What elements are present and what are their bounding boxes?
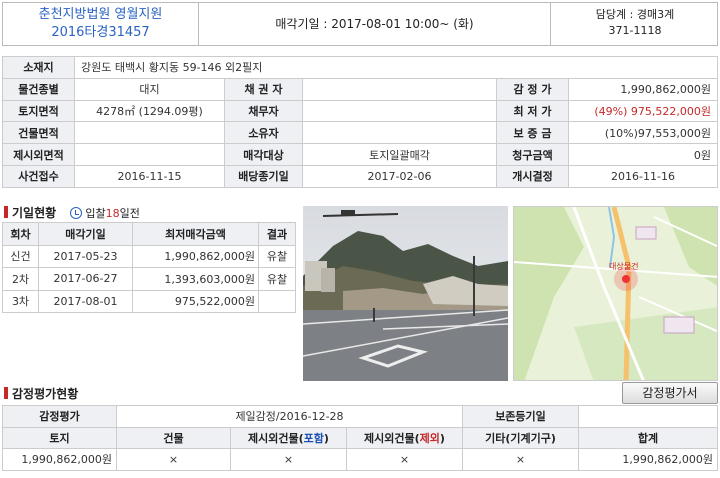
land-header: 토지 [2,426,117,449]
preservation-value [578,405,718,428]
min-price-label: 최 저 가 [496,99,569,123]
table-row: 1,990,862,000원 × × × × 1,990,862,000원 [2,448,718,471]
deposit-value: (10%)97,553,000원 [568,121,718,145]
amount-cell: 1,393,603,000원 [132,267,259,291]
address-label: 소재지 [2,56,75,79]
etc-value: × [462,448,579,471]
date-cell: 2017-05-23 [38,244,133,268]
receipt-value: 2016-11-15 [74,164,225,188]
sale-date: 매각기일 : 2017-08-01 10:00~ (화) [199,3,551,45]
land-area-label: 토지면적 [2,99,75,123]
history-header-amount: 최저매각금액 [132,222,259,246]
use-value: 대지 [74,77,225,101]
history-section-title: 기일현황 입찰18일전 [4,204,140,221]
history-header-round: 회차 [2,222,39,246]
table-row: 2차 2017-06-27 1,393,603,000원 유찰 [2,267,296,291]
sale-target-label: 매각대상 [224,143,303,166]
building-area-value [74,121,225,145]
appraisal-label: 감 정 가 [496,77,569,101]
clock-icon [70,207,83,219]
appraisal-table: 감정평가 제일감정/2016-12-28 보존등기일 토지 건물 제시외건물(포… [2,405,718,471]
etc-header: 기타(기계기구) [462,426,579,449]
land-area-value: 4278㎡ (1294.09평) [74,99,225,123]
excluded-included-header: 제시외건물(포함) [230,426,347,449]
claim-label: 청구금액 [496,143,569,166]
bid-countdown: 입찰18일전 [70,207,140,220]
amount-cell: 1,990,862,000원 [132,244,259,268]
start-decision-value: 2016-11-16 [568,164,718,188]
history-title: 기일현황 [12,206,57,220]
appraisal-title: 감정평가현황 [12,387,79,401]
result-cell: 유찰 [258,244,296,268]
department: 담당계 : 경매3계 [595,8,675,21]
dividend-value: 2017-02-06 [302,164,497,188]
building-value: × [116,448,231,471]
start-decision-label: 개시결정 [496,164,569,188]
excluded-excluded-value: × [346,448,463,471]
appraiser-value: 제일감정/2016-12-28 [116,405,463,428]
dividend-label: 배당종기일 [224,164,303,188]
round-cell: 신건 [2,244,39,268]
map-target-label: 대상물건 [609,261,638,271]
history-header-date: 매각기일 [38,222,133,246]
address-value: 강원도 태백시 황지동 59-146 외2필지 [74,56,718,79]
excluded-included-value: × [230,448,347,471]
section-marker [4,206,8,218]
owner-label: 소유자 [224,121,303,145]
bid-days: 18 [105,207,120,220]
deposit-label: 보 증 금 [496,121,569,145]
receipt-label: 사건접수 [2,164,75,188]
table-row: 신건 2017-05-23 1,990,862,000원 유찰 [2,244,296,268]
bid-suffix: 일전 [119,207,140,220]
bid-label: 입찰 [85,207,106,220]
case-number: 2016타경31457 [51,25,150,40]
total-header: 합계 [578,426,718,449]
sale-target-value: 토지일괄매각 [302,143,497,166]
property-photo[interactable] [303,206,508,381]
appraisal-value: 1,990,862,000원 [568,77,718,101]
date-cell: 2017-06-27 [38,267,133,291]
preservation-label: 보존등기일 [462,405,579,428]
case-title: 춘천지방법원 영월지원 2016타경31457 [3,3,199,45]
building-header: 건물 [116,426,231,449]
table-row: 3차 2017-08-01 975,522,000원 [2,289,296,313]
excluded-excluded-header: 제시외건물(제외) [346,426,463,449]
amount-cell: 975,522,000원 [132,289,259,313]
department-info: 담당계 : 경매3계 371-1118 [551,3,719,45]
phone-number: 371-1118 [608,24,662,37]
property-info-table: 소재지 강원도 태백시 황지동 59-146 외2필지 물건종별 대지 채 권 … [2,56,718,188]
history-header-result: 결과 [258,222,296,246]
round-cell: 3차 [2,289,39,313]
creditor-label: 채 권 자 [224,77,303,101]
date-cell: 2017-08-01 [38,289,133,313]
debtor-value [302,99,497,123]
excluded-area-label: 제시외면적 [2,143,75,166]
location-map[interactable]: 대상물건 [513,206,718,381]
use-label: 물건종별 [2,77,75,101]
section-marker [4,387,8,399]
appraisal-report-button[interactable]: 감정평가서 [622,382,718,404]
appraiser-label: 감정평가 [2,405,117,428]
total-value: 1,990,862,000원 [578,448,718,471]
building-area-label: 건물면적 [2,121,75,145]
court-name: 춘천지방법원 영월지원 [38,7,163,22]
owner-value [302,121,497,145]
claim-value: 0원 [568,143,718,166]
creditor-value [302,77,497,101]
min-price-value: (49%) 975,522,000원 [568,99,718,123]
land-value: 1,990,862,000원 [2,448,117,471]
debtor-label: 채무자 [224,99,303,123]
result-cell [258,289,296,313]
round-cell: 2차 [2,267,39,291]
excluded-area-value [74,143,225,166]
auction-history-table: 회차 매각기일 최저매각금액 결과 신건 2017-05-23 1,990,86… [2,222,296,313]
case-header: 춘천지방법원 영월지원 2016타경31457 매각기일 : 2017-08-0… [2,2,718,46]
result-cell: 유찰 [258,267,296,291]
appraisal-section-title: 감정평가현황 [4,385,78,402]
